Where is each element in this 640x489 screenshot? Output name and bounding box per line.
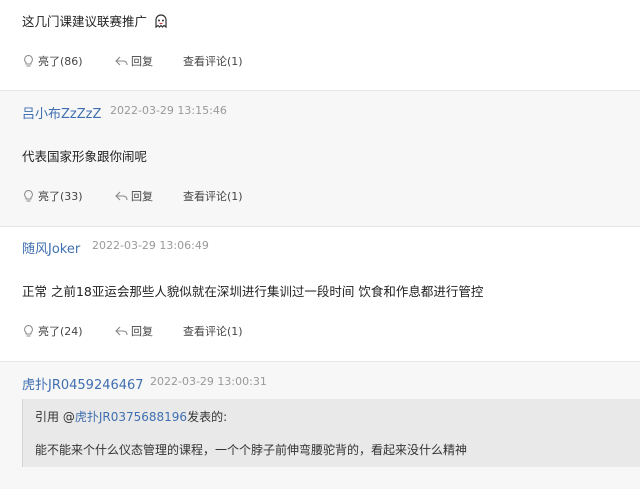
post-1: 吕小布ZzZzZ 2022-03-29 13:15:46 代表国家形象跟你闹呢 …	[0, 91, 640, 226]
light-count: 亮了(33)	[38, 190, 83, 203]
post-content: 这几门课建议联赛推广	[22, 11, 168, 32]
lightbulb-icon	[24, 324, 33, 337]
reply-label: 回复	[131, 325, 153, 338]
lightbulb-icon	[24, 54, 33, 67]
light-button[interactable]: 亮了(24)	[22, 323, 83, 339]
reply-icon	[115, 191, 128, 201]
post-text: 这几门课建议联赛推广	[22, 14, 148, 29]
light-button[interactable]: 亮了(33)	[22, 188, 83, 204]
post-time: 2022-03-29 13:06:49	[92, 239, 209, 252]
post-3: 虎扑JR0459246467 2022-03-29 13:00:31 引用 @虎…	[0, 362, 640, 489]
quoted-user-link[interactable]: 虎扑JR0375688196	[75, 410, 187, 424]
light-button[interactable]: 亮了(86)	[22, 53, 83, 69]
post-content: 正常 之前18亚运会那些人貌似就在深圳进行集训过一段时间 饮食和作息都进行管控	[22, 284, 484, 299]
author-name[interactable]: 吕小布ZzZzZ	[22, 103, 101, 122]
reply-icon	[115, 326, 128, 336]
view-comments-button[interactable]: 查看评论(1)	[183, 53, 243, 69]
quote-prefix: 引用 @	[35, 410, 75, 424]
post-0: 这几门课建议联赛推广 亮了(86) 回复 查看评论(1)	[0, 0, 640, 90]
light-count: 亮了(86)	[38, 55, 83, 68]
reply-label: 回复	[131, 55, 153, 68]
ghost-emoji-icon	[154, 13, 168, 32]
comments-label: 查看评论(1)	[183, 325, 243, 338]
post-time: 2022-03-29 13:00:31	[150, 375, 267, 388]
comments-label: 查看评论(1)	[183, 190, 243, 203]
quote-block: 引用 @虎扑JR0375688196发表的: 能不能来个什么仪态管理的课程，一个…	[22, 399, 640, 467]
author-name[interactable]: 虎扑JR0459246467	[22, 374, 144, 393]
quote-header: 引用 @虎扑JR0375688196发表的:	[35, 408, 227, 425]
light-count: 亮了(24)	[38, 325, 83, 338]
quote-suffix: 发表的:	[187, 410, 228, 424]
post-2: 随风Joker 2022-03-29 13:06:49 正常 之前18亚运会那些…	[0, 227, 640, 361]
post-content: 代表国家形象跟你闹呢	[22, 149, 148, 164]
reply-icon	[115, 56, 128, 66]
author-name[interactable]: 随风Joker	[22, 238, 80, 257]
post-time: 2022-03-29 13:15:46	[110, 104, 227, 117]
reply-button[interactable]: 回复	[115, 53, 153, 69]
reply-button[interactable]: 回复	[115, 188, 153, 204]
reply-label: 回复	[131, 190, 153, 203]
lightbulb-icon	[24, 189, 33, 202]
comments-label: 查看评论(1)	[183, 55, 243, 68]
reply-button[interactable]: 回复	[115, 323, 153, 339]
view-comments-button[interactable]: 查看评论(1)	[183, 323, 243, 339]
quote-text: 能不能来个什么仪态管理的课程，一个个脖子前伸弯腰驼背的，看起来没什么精神	[35, 443, 468, 457]
view-comments-button[interactable]: 查看评论(1)	[183, 188, 243, 204]
